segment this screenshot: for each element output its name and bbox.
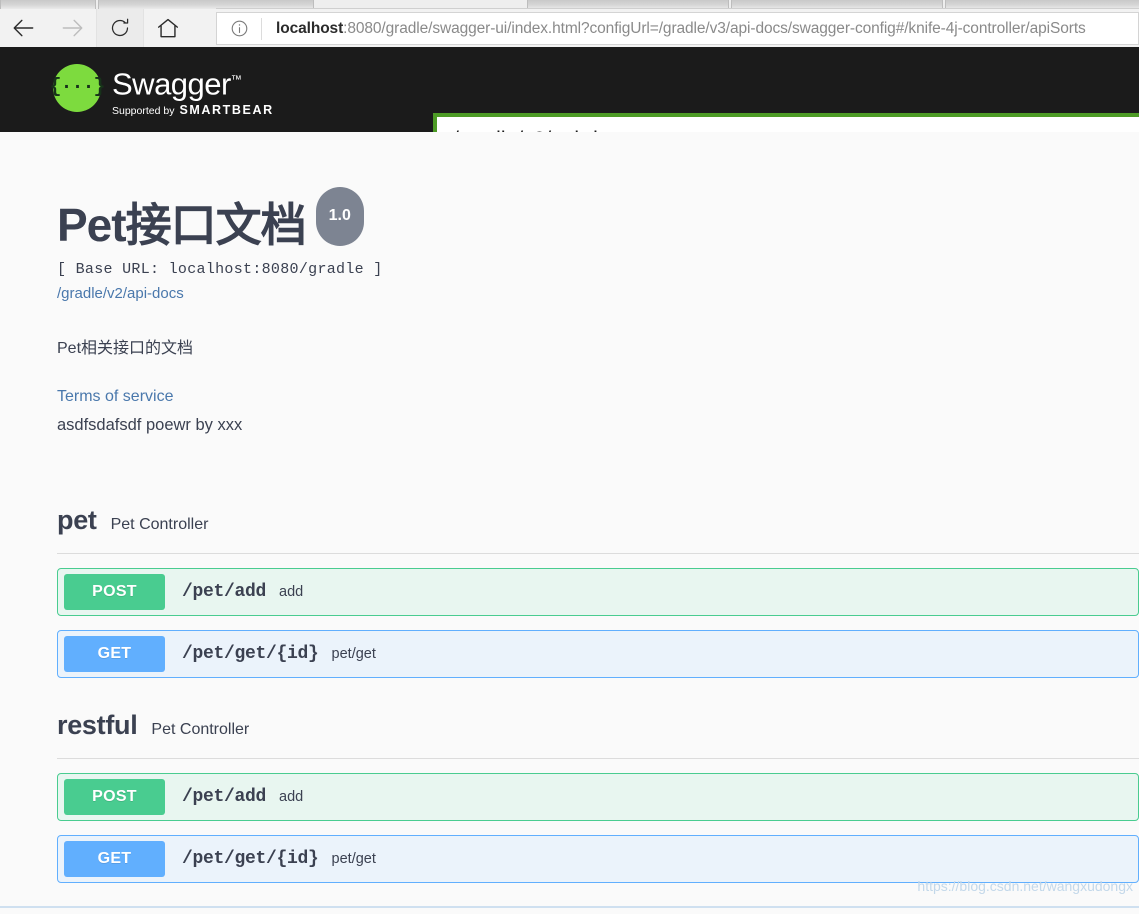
- tag-header[interactable]: restful Pet Controller: [57, 710, 1139, 759]
- swagger-wordmark-label: Swagger: [112, 66, 231, 101]
- smartbear-brand-label: SMARTBEAR: [179, 103, 273, 117]
- swagger-topbar: {···} Swagger™ Supported by SMARTBEAR: [0, 47, 1139, 132]
- api-version-badge: 1.0: [316, 187, 364, 246]
- http-method-badge: POST: [64, 779, 165, 815]
- reload-icon: [108, 16, 132, 40]
- swagger-logo-subtitle: Supported by SMARTBEAR: [112, 103, 274, 117]
- browser-tab[interactable]: [0, 0, 96, 9]
- operation-row[interactable]: GET /pet/get/{id} pet/get: [57, 630, 1139, 678]
- tag-name: pet: [57, 505, 97, 536]
- operation-path: /pet/get/{id}: [182, 849, 319, 869]
- operation-summary: pet/get: [332, 646, 376, 662]
- operation-summary: add: [279, 584, 303, 600]
- browser-tab-strip[interactable]: [0, 0, 1139, 9]
- home-icon: [155, 15, 181, 41]
- swagger-logo-mark-icon: {···}: [53, 64, 101, 112]
- url-host: localhost: [276, 20, 343, 37]
- operation-path: /pet/add: [182, 582, 266, 602]
- address-bar[interactable]: localhost:8080/gradle/swagger-ui/index.h…: [216, 12, 1139, 45]
- operation-summary: pet/get: [332, 851, 376, 867]
- api-info-block: Pet接口文档 1.0 [ Base URL: localhost:8080/g…: [57, 132, 1139, 435]
- operation-row[interactable]: POST /pet/add add: [57, 568, 1139, 616]
- bottom-rule: [0, 906, 1139, 908]
- swagger-logo-glyph: {···}: [50, 76, 105, 99]
- url-path: :8080/gradle/swagger-ui/index.html?confi…: [343, 20, 1086, 37]
- tag-description: Pet Controller: [111, 516, 209, 534]
- swagger-content: Pet接口文档 1.0 [ Base URL: localhost:8080/g…: [0, 132, 1139, 914]
- home-button[interactable]: [144, 9, 192, 47]
- swagger-logo-text: Swagger™ Supported by SMARTBEAR: [112, 62, 274, 117]
- terms-of-service-link[interactable]: Terms of service: [57, 388, 1139, 406]
- operation-summary: add: [279, 789, 303, 805]
- http-method-badge: GET: [64, 841, 165, 877]
- trademark-symbol: ™: [231, 74, 242, 86]
- http-method-badge: GET: [64, 636, 165, 672]
- tag-description: Pet Controller: [151, 721, 249, 739]
- operation-path: /pet/get/{id}: [182, 644, 319, 664]
- tag-section-pet: pet Pet Controller POST /pet/add add GET…: [57, 505, 1139, 678]
- back-button[interactable]: [0, 9, 48, 47]
- api-description: Pet相关接口的文档: [57, 334, 1139, 358]
- browser-toolbar: localhost:8080/gradle/swagger-ui/index.h…: [0, 9, 1139, 47]
- api-base-url: [ Base URL: localhost:8080/gradle ]: [57, 261, 1139, 278]
- api-docs-link[interactable]: /gradle/v2/api-docs: [57, 285, 1139, 302]
- api-author-line: asdfsdafsdf poewr by xxx: [57, 416, 1139, 435]
- http-method-badge: POST: [64, 574, 165, 610]
- swagger-content-inner: Pet接口文档 1.0 [ Base URL: localhost:8080/g…: [0, 132, 1139, 883]
- api-title-label: Pet接口文档: [57, 199, 306, 251]
- browser-window: localhost:8080/gradle/swagger-ui/index.h…: [0, 0, 1139, 914]
- site-info-button[interactable]: [217, 19, 261, 38]
- tag-name: restful: [57, 710, 137, 741]
- swagger-wordmark: Swagger™: [112, 65, 274, 99]
- forward-arrow-icon: [59, 15, 85, 41]
- tag-header[interactable]: pet Pet Controller: [57, 505, 1139, 554]
- operation-row[interactable]: GET /pet/get/{id} pet/get: [57, 835, 1139, 883]
- tag-section-restful: restful Pet Controller POST /pet/add add…: [57, 710, 1139, 883]
- operation-row[interactable]: POST /pet/add add: [57, 773, 1139, 821]
- address-bar-url[interactable]: localhost:8080/gradle/swagger-ui/index.h…: [262, 20, 1086, 38]
- reload-button[interactable]: [96, 9, 144, 47]
- forward-button[interactable]: [48, 9, 96, 47]
- page-title: Pet接口文档 1.0: [57, 195, 1139, 254]
- back-arrow-icon: [11, 15, 37, 41]
- swagger-logo[interactable]: {···} Swagger™ Supported by SMARTBEAR: [53, 62, 274, 117]
- supported-by-label: Supported by: [112, 105, 174, 117]
- operation-path: /pet/add: [182, 787, 266, 807]
- info-icon: [230, 19, 249, 38]
